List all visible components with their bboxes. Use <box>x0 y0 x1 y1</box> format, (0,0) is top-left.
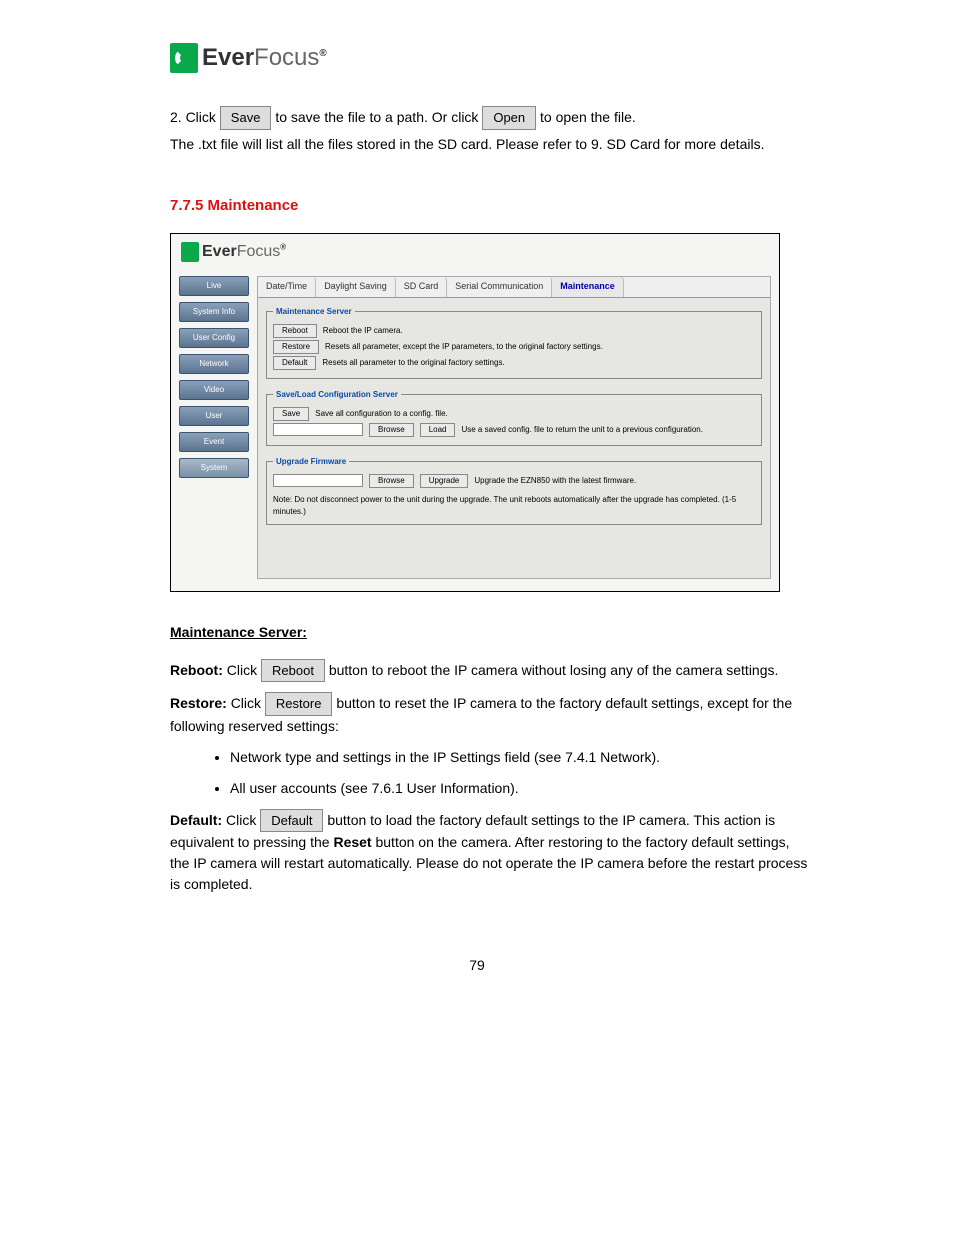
maint-heading: Maintenance Server: <box>170 622 810 643</box>
restore-desc: Resets all parameter, except the IP para… <box>325 341 603 353</box>
sidebar-item-user-config[interactable]: User Config <box>179 328 249 348</box>
body-text: Maintenance Server: Reboot: Click Reboot… <box>170 622 810 896</box>
upgrade-desc: Upgrade the EZN850 with the latest firmw… <box>474 475 636 487</box>
fieldset-maintenance-server: Maintenance Server Reboot Reboot the IP … <box>266 306 762 379</box>
shot-logo-icon <box>181 242 199 262</box>
config-file-input[interactable] <box>273 423 363 436</box>
reboot-t2: button to reboot the IP camera without l… <box>329 662 779 678</box>
intro-line-1: 2. Click Save to save the file to a path… <box>170 106 810 130</box>
restore-paragraph: Restore: Click Restore button to reset t… <box>170 692 810 737</box>
logo-icon <box>170 43 198 73</box>
legend-maint: Maintenance Server <box>273 306 355 318</box>
sidebar-item-system[interactable]: System <box>179 458 249 478</box>
section-title: 7.7.5 Maintenance <box>170 195 894 218</box>
tab-serial[interactable]: Serial Communication <box>447 277 552 297</box>
tabs: Date/Time Daylight Saving SD Card Serial… <box>258 277 770 298</box>
restore-t1: Click <box>231 695 265 711</box>
intro-text-a: 2. Click <box>170 109 220 125</box>
browse-config-button[interactable]: Browse <box>369 423 414 437</box>
tab-sd-card[interactable]: SD Card <box>396 277 448 297</box>
legend-saveload: Save/Load Configuration Server <box>273 389 401 401</box>
save-config-desc: Save all configuration to a config. file… <box>315 408 448 420</box>
logo-text: EverFocus® <box>202 40 327 76</box>
panel-body: Maintenance Server Reboot Reboot the IP … <box>258 298 770 578</box>
default-button-inline: Default <box>260 809 323 833</box>
tab-daylight[interactable]: Daylight Saving <box>316 277 396 297</box>
screenshot-container: EverFocus® Live System Info User Config … <box>170 233 780 592</box>
fieldset-save-load: Save/Load Configuration Server Save Save… <box>266 389 762 446</box>
restore-button-inline: Restore <box>265 692 333 716</box>
sidebar-item-video[interactable]: Video <box>179 380 249 400</box>
logo-sup: ® <box>319 48 326 59</box>
restore-label: Restore: <box>170 695 227 711</box>
load-config-button[interactable]: Load <box>420 423 456 437</box>
restore-button[interactable]: Restore <box>273 340 319 354</box>
main-panel: Date/Time Daylight Saving SD Card Serial… <box>257 276 771 579</box>
default-desc: Resets all parameter to the original fac… <box>322 357 504 369</box>
default-paragraph: Default: Click Default button to load th… <box>170 809 810 896</box>
intro-line-2: The .txt file will list all the files st… <box>170 134 810 155</box>
shot-logo-sup: ® <box>280 243 286 252</box>
default-label: Default: <box>170 812 222 828</box>
legend-upgrade: Upgrade Firmware <box>273 456 349 468</box>
shot-logo: EverFocus® <box>171 234 779 270</box>
bullet-2: All user accounts (see 7.6.1 User Inform… <box>230 778 810 799</box>
shot-logo-p1: Ever <box>202 243 237 260</box>
reboot-button[interactable]: Reboot <box>273 324 317 338</box>
default-reset-bold: Reset <box>333 834 371 850</box>
reboot-label: Reboot: <box>170 662 223 678</box>
default-t1: Click <box>226 812 260 828</box>
upgrade-note: Note: Do not disconnect power to the uni… <box>273 494 755 518</box>
sidebar: Live System Info User Config Network Vid… <box>179 276 249 478</box>
intro-block: 2. Click Save to save the file to a path… <box>170 106 810 155</box>
sidebar-item-system-info[interactable]: System Info <box>179 302 249 322</box>
bullet-1: Network type and settings in the IP Sett… <box>230 747 810 768</box>
sidebar-item-live[interactable]: Live <box>179 276 249 296</box>
load-config-desc: Use a saved config. file to return the u… <box>461 424 702 436</box>
shot-logo-text: EverFocus® <box>202 240 286 264</box>
default-button[interactable]: Default <box>273 356 316 370</box>
open-button-inline: Open <box>482 106 536 130</box>
brand-logo: EverFocus® <box>170 40 894 76</box>
tab-maintenance[interactable]: Maintenance <box>552 277 624 297</box>
reboot-t1: Click <box>227 662 261 678</box>
sidebar-item-user[interactable]: User <box>179 406 249 426</box>
restore-bullets: Network type and settings in the IP Sett… <box>230 747 810 799</box>
sidebar-item-network[interactable]: Network <box>179 354 249 374</box>
save-config-button[interactable]: Save <box>273 407 309 421</box>
reboot-paragraph: Reboot: Click Reboot button to reboot th… <box>170 659 810 683</box>
page-number: 79 <box>60 955 894 976</box>
shot-logo-p2: Focus <box>237 243 281 260</box>
fieldset-upgrade-firmware: Upgrade Firmware Browse Upgrade Upgrade … <box>266 456 762 525</box>
upgrade-firmware-button[interactable]: Upgrade <box>420 474 469 488</box>
intro-text-c: to open the file. <box>540 109 636 125</box>
reboot-desc: Reboot the IP camera. <box>323 325 403 337</box>
firmware-file-input[interactable] <box>273 474 363 487</box>
logo-part1: Ever <box>202 44 254 71</box>
intro-text-b: to save the file to a path. Or click <box>275 109 482 125</box>
logo-part2: Focus <box>254 44 319 71</box>
sidebar-item-event[interactable]: Event <box>179 432 249 452</box>
reboot-button-inline: Reboot <box>261 659 325 683</box>
save-button-inline: Save <box>220 106 272 130</box>
tab-date-time[interactable]: Date/Time <box>258 277 316 297</box>
browse-firmware-button[interactable]: Browse <box>369 474 414 488</box>
